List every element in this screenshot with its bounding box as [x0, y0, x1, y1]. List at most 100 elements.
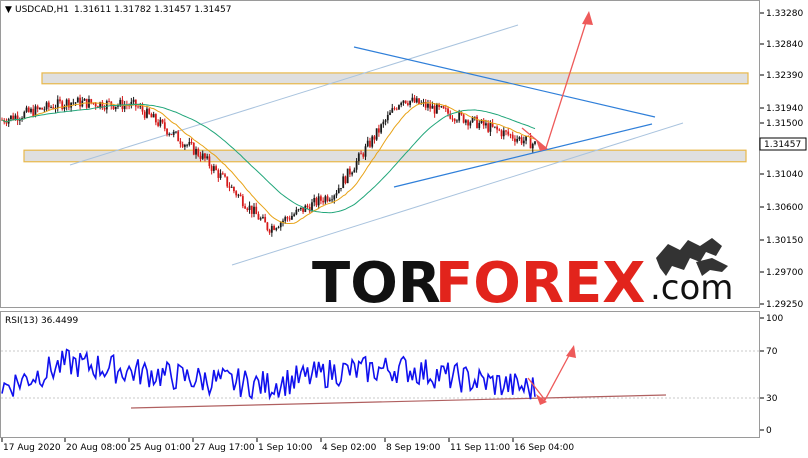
price-tick: 1.32390: [760, 71, 803, 81]
candle-body: [516, 138, 519, 142]
candle-body: [507, 131, 510, 135]
candle-body: [221, 173, 224, 175]
candle-body: [226, 176, 229, 187]
candle-body: [208, 156, 211, 167]
time-tick: 20 Aug 08:00: [64, 438, 127, 453]
price-tick-label: 1.32390: [766, 71, 803, 81]
watermark-tor: TOR: [312, 251, 441, 316]
candle-body: [348, 168, 351, 175]
candle-body: [391, 108, 394, 113]
candle-body: [188, 141, 191, 145]
price-tick: 1.30150: [760, 236, 803, 246]
candle-body: [400, 102, 403, 106]
time-tick: 1 Sep 10:00: [256, 438, 313, 453]
candle-body: [313, 198, 316, 203]
time-tick-label: 25 Aug 01:00: [130, 443, 191, 453]
candle-body: [406, 103, 409, 105]
candle-body: [435, 104, 438, 114]
candle-body: [273, 225, 275, 230]
candle-body: [525, 136, 527, 141]
resistance-zone: [41, 72, 749, 85]
price-tick: 1.32840: [760, 40, 803, 50]
candle-body: [157, 122, 160, 126]
candle-body: [427, 103, 429, 108]
candle-body: [228, 186, 231, 188]
chart-window[interactable]: TOR FOREX .com 1.31457 1.33280 1.32840 1…: [0, 0, 808, 458]
candle-body: [79, 97, 81, 107]
candle-body: [132, 99, 135, 102]
time-axis: 17 Aug 2020 20 Aug 08:00 25 Aug 01:00 27…: [1, 438, 574, 453]
price-tick: 1.31940: [760, 104, 803, 114]
candle-body: [429, 103, 432, 109]
candle-body: [224, 174, 226, 177]
candle-body: [342, 176, 345, 189]
candle-body: [166, 128, 168, 135]
candle-body: [154, 114, 157, 123]
candle-body: [355, 161, 358, 170]
candle-body: [377, 128, 380, 133]
candle-body: [476, 116, 478, 129]
candle-body: [50, 107, 52, 108]
candle-body: [279, 222, 282, 228]
candle-body: [382, 121, 385, 125]
watermark-forex: FOREX: [435, 251, 645, 316]
candle-body: [384, 120, 387, 122]
time-tick-label: 17 Aug 2020: [3, 443, 61, 453]
candle-body: [235, 191, 238, 196]
candle-body: [179, 141, 182, 144]
price-tick-label: 1.33280: [766, 9, 803, 19]
candle-body: [262, 216, 264, 219]
candle-body: [146, 108, 148, 118]
candle-body: [328, 199, 331, 201]
candle-body: [47, 102, 50, 108]
candle-body: [150, 113, 153, 118]
candle-body: [302, 207, 304, 212]
candle-body: [522, 140, 525, 144]
candle-body: [72, 102, 75, 104]
candle-body: [23, 111, 26, 119]
candle-body: [326, 196, 329, 201]
candle-body: [498, 129, 501, 131]
candle-body: [366, 140, 369, 147]
candle-body: [246, 208, 249, 210]
price-tick-label: 1.32840: [766, 40, 803, 50]
candle-body: [230, 186, 233, 188]
candle-body: [94, 103, 97, 107]
candle-body: [433, 105, 436, 114]
price-tick-label: 1.30600: [766, 203, 803, 213]
candle-body: [268, 229, 271, 233]
candle-body: [119, 99, 122, 106]
time-tick-label: 27 Aug 17:00: [194, 443, 255, 453]
candle-body: [511, 134, 514, 139]
candle-body: [74, 102, 77, 104]
candle-body: [244, 206, 246, 209]
time-tick: 11 Sep 11:00: [448, 438, 510, 453]
candle-body: [76, 97, 79, 103]
candle-body: [469, 122, 472, 126]
candle-body: [170, 134, 173, 135]
rsi-title: RSI(13) 36.4499: [5, 316, 78, 326]
candle-body: [331, 199, 333, 201]
time-tick-label: 20 Aug 08:00: [66, 443, 127, 453]
symbol-dropdown-icon[interactable]: ▼: [5, 5, 12, 15]
candle-body: [444, 108, 447, 110]
candle-body: [306, 205, 309, 208]
candle-body: [297, 209, 300, 211]
candle-body: [299, 207, 302, 210]
time-tick-label: 8 Sep 19:00: [386, 443, 441, 453]
candle-body: [134, 99, 137, 107]
candle-body: [451, 118, 454, 120]
candle-body: [284, 217, 287, 221]
candle-body: [520, 137, 523, 144]
candle-body: [315, 198, 318, 206]
candle-body: [204, 153, 206, 159]
candle-body: [112, 105, 115, 110]
candle-body: [239, 194, 242, 197]
candle-body: [514, 138, 516, 142]
price-tick-label: 1.31040: [766, 170, 803, 180]
price-tick: 1.31500: [760, 119, 803, 129]
candle-body: [241, 196, 244, 207]
candle-body: [83, 98, 86, 101]
candle-body: [143, 111, 146, 118]
candle-body: [344, 176, 347, 184]
